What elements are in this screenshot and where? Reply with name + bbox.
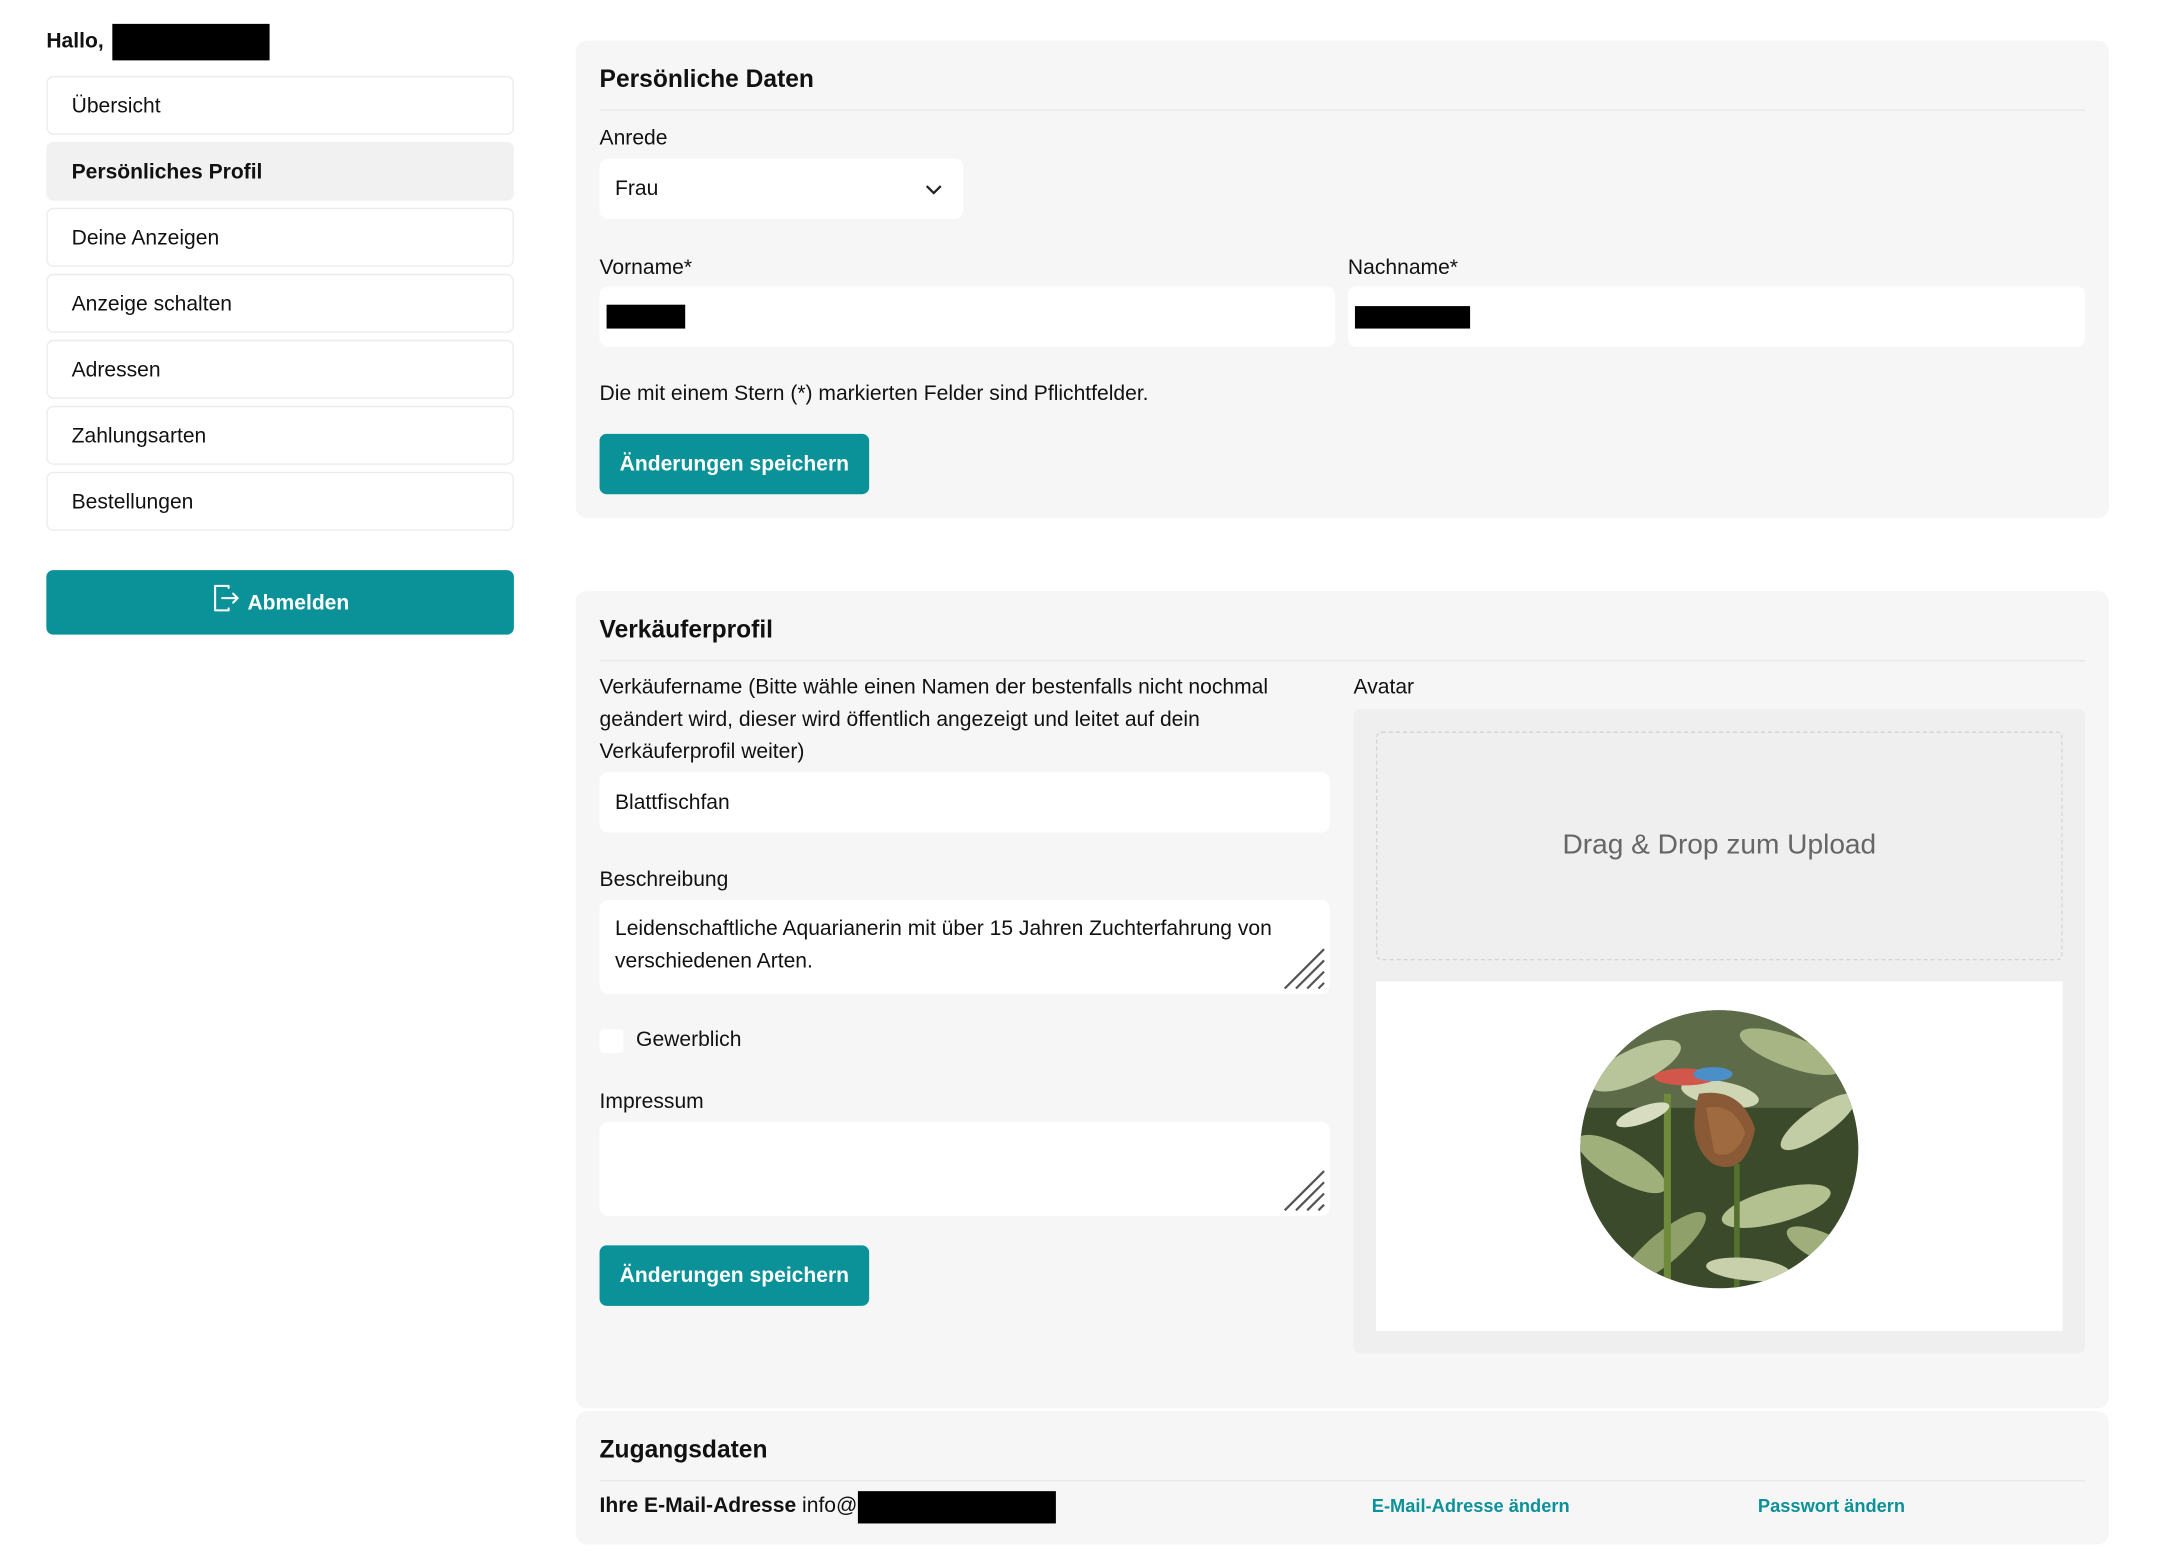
firstname-label: Vorname* [599, 255, 693, 280]
logout-button[interactable]: Abmelden [46, 570, 514, 635]
commercial-checkbox[interactable] [599, 1029, 624, 1054]
sidebar-item-label: Übersicht [71, 93, 161, 118]
lastname-label: Nachname* [1347, 255, 1459, 280]
avatar-panel: Drag & Drop zum Upload [1353, 709, 2086, 1354]
sidebar-nav: Übersicht Persönliches Profil Deine Anze… [46, 75, 514, 538]
sidebar-item-label: Anzeige schalten [71, 291, 233, 316]
sidebar-item-my-ads[interactable]: Deine Anzeigen [46, 207, 514, 267]
sidebar-item-label: Deine Anzeigen [71, 225, 220, 250]
imprint-label: Impressum [599, 1089, 704, 1114]
sidebar-item-personal-profile[interactable]: Persönliches Profil [46, 141, 514, 201]
seller-name-label: Verkäufername (Bitte wähle einen Namen d… [599, 675, 1269, 764]
description-label: Beschreibung [599, 867, 729, 892]
redacted-firstname [606, 304, 686, 329]
sidebar-item-label: Bestellungen [71, 489, 194, 514]
avatar-image [1580, 1010, 1859, 1289]
firstname-field[interactable] [599, 286, 1336, 347]
seller-profile-card: Verkäuferprofil Verkäufername (Bitte wäh… [575, 591, 2109, 1409]
access-data-card: Zugangsdaten Ihre E-Mail-Adresse info@ E… [575, 1411, 2109, 1545]
personal-data-title: Persönliche Daten [599, 41, 2086, 111]
commercial-label: Gewerblich [636, 1027, 742, 1052]
change-email-link[interactable]: E-Mail-Adresse ändern [1372, 1495, 1570, 1516]
personal-data-card: Persönliche Daten Anrede Frau Vorname* N… [575, 40, 2109, 519]
save-seller-button[interactable]: Änderungen speichern [599, 1245, 870, 1306]
resize-handle-icon[interactable] [1281, 1167, 1326, 1212]
description-value: Leidenschaftliche Aquarianerin mit über … [614, 916, 1272, 974]
seller-profile-title: Verkäuferprofil [599, 591, 2086, 662]
avatar-label: Avatar [1353, 675, 1415, 700]
sidebar-item-label: Adressen [71, 357, 161, 382]
email-value: info@ [802, 1493, 858, 1518]
sidebar-item-label: Persönliches Profil [71, 159, 263, 184]
dropzone-text: Drag & Drop zum Upload [1562, 829, 1877, 861]
sidebar-item-orders[interactable]: Bestellungen [46, 471, 514, 531]
salutation-value: Frau [614, 176, 659, 201]
salutation-label: Anrede [599, 126, 668, 151]
seller-name-value: Blattfischfan [614, 790, 730, 815]
sidebar-item-payment-methods[interactable]: Zahlungsarten [46, 405, 514, 465]
seller-name-field[interactable]: Blattfischfan [599, 772, 1330, 833]
greeting: Hallo, [46, 23, 270, 61]
lastname-field[interactable] [1347, 286, 2086, 347]
redacted-email [857, 1490, 1056, 1523]
redacted-username [112, 23, 270, 61]
chevron-down-icon [925, 185, 942, 195]
avatar-preview [1376, 981, 2063, 1332]
save-personal-button[interactable]: Änderungen speichern [599, 433, 870, 495]
sidebar-item-place-ad[interactable]: Anzeige schalten [46, 273, 514, 333]
redacted-lastname [1354, 305, 1471, 328]
change-password-link[interactable]: Passwort ändern [1758, 1495, 1905, 1516]
sidebar-item-overview[interactable]: Übersicht [46, 75, 514, 135]
logout-icon [214, 584, 240, 612]
access-data-title: Zugangsdaten [599, 1411, 2086, 1482]
description-textarea[interactable]: Leidenschaftliche Aquarianerin mit über … [599, 900, 1330, 995]
email-row: Ihre E-Mail-Adresse info@ [600, 1490, 1056, 1523]
imprint-textarea[interactable] [599, 1121, 1330, 1216]
sidebar-item-label: Zahlungsarten [71, 423, 207, 448]
avatar-dropzone[interactable]: Drag & Drop zum Upload [1376, 731, 2063, 961]
resize-handle-icon[interactable] [1281, 945, 1326, 990]
email-label: Ihre E-Mail-Adresse [599, 1493, 797, 1518]
salutation-select[interactable]: Frau [599, 158, 964, 220]
sidebar-item-addresses[interactable]: Adressen [46, 339, 514, 399]
greeting-text: Hallo, [46, 29, 104, 54]
logout-label: Abmelden [247, 590, 350, 615]
required-note: Die mit einem Stern (*) markierten Felde… [599, 381, 1149, 406]
